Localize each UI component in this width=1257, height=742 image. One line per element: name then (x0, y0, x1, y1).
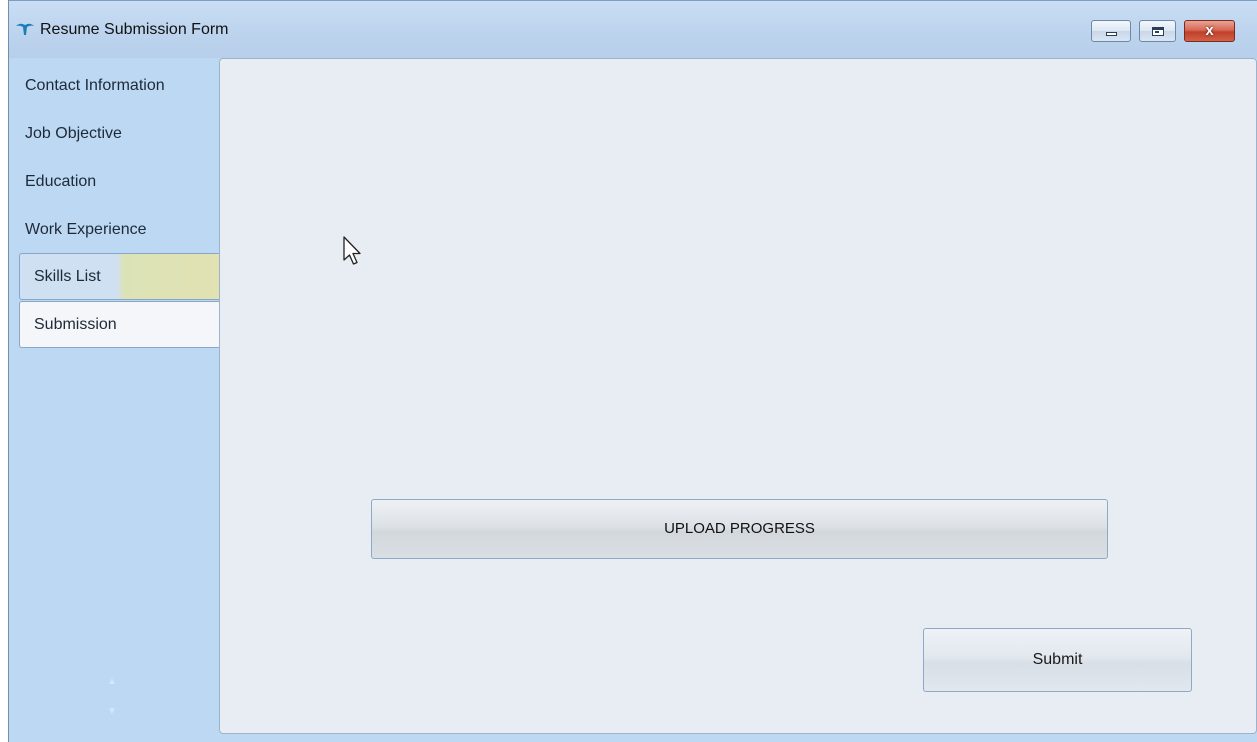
tab-job-objective[interactable]: Job Objective (9, 111, 209, 157)
app-window: Resume Submission Form x Contact Informa… (8, 0, 1257, 742)
tab-education[interactable]: Education (9, 159, 209, 205)
tab-work-experience[interactable]: Work Experience (9, 207, 209, 253)
title-bar[interactable]: Resume Submission Form x (9, 0, 1257, 58)
minimize-icon (1106, 32, 1117, 36)
upload-progress-label: UPLOAD PROGRESS (664, 520, 815, 537)
close-icon: x (1205, 22, 1214, 39)
mouse-cursor-icon (343, 236, 361, 265)
content-panel: UPLOAD PROGRESS Submit (219, 58, 1257, 734)
app-logo-icon (16, 23, 34, 35)
submit-button[interactable]: Submit (923, 628, 1192, 692)
tab-contact-information[interactable]: Contact Information (9, 63, 209, 109)
maximize-icon (1152, 27, 1164, 36)
close-button[interactable]: x (1184, 20, 1235, 42)
minimize-button[interactable] (1091, 20, 1131, 42)
maximize-button[interactable] (1139, 20, 1176, 42)
tab-submission[interactable]: Submission (19, 301, 221, 348)
scroll-down-hint: ▼ (107, 706, 117, 717)
window-title: Resume Submission Form (40, 21, 229, 38)
tab-skills-list[interactable]: Skills List (19, 253, 221, 300)
upload-progress-bar: UPLOAD PROGRESS (371, 499, 1108, 559)
scroll-up-hint: ▲ (107, 676, 117, 687)
